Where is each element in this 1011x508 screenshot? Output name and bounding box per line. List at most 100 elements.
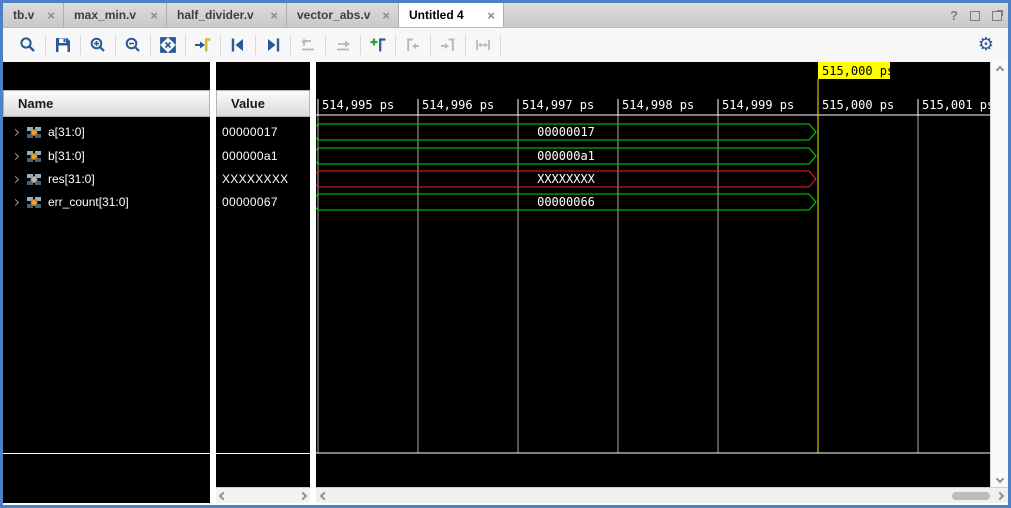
tab-label: tb.v: [13, 8, 34, 22]
panel-separator-line: [3, 453, 210, 454]
scroll-down-icon[interactable]: [995, 475, 1003, 483]
svg-text:514,998 ps: 514,998 ps: [622, 98, 694, 112]
tab-label: half_divider.v: [177, 8, 254, 22]
swap-cursors-button[interactable]: [472, 34, 494, 56]
waveform-canvas[interactable]: 514,995 ps514,996 ps514,997 ps514,998 ps…: [316, 62, 990, 503]
toolbar-separator: [430, 35, 431, 55]
zoom-in-button[interactable]: [87, 34, 109, 56]
tab-bar: tb.v × max_min.v × half_divider.v × vect…: [3, 3, 1008, 28]
undo-button[interactable]: [297, 34, 319, 56]
redo-button[interactable]: [332, 34, 354, 56]
signal-value-panel: Value 00000017 000000a1 XXXXXXXX 0000006…: [216, 62, 310, 503]
window-controls: ?: [950, 3, 1002, 28]
signal-name-label: a[31:0]: [48, 125, 85, 139]
previous-marker-icon: [404, 36, 422, 54]
tab-tb-v[interactable]: tb.v ×: [3, 3, 64, 27]
close-icon[interactable]: ×: [270, 9, 278, 22]
toolbar-separator: [395, 35, 396, 55]
value-row: 000000a1: [216, 145, 310, 167]
toolbar-separator: [115, 35, 116, 55]
scroll-right-icon[interactable]: [996, 491, 1004, 499]
expand-chevron-icon[interactable]: [12, 152, 19, 159]
toolbar-separator: [150, 35, 151, 55]
value-row: 00000067: [216, 191, 310, 213]
toolbar-separator: [255, 35, 256, 55]
save-wave-config-button[interactable]: [52, 34, 74, 56]
find-button[interactable]: [17, 34, 39, 56]
bus-signal-icon: [27, 196, 42, 209]
expand-chevron-icon[interactable]: [12, 128, 19, 135]
signal-name-label: res[31:0]: [48, 172, 95, 186]
help-icon[interactable]: ?: [950, 8, 958, 23]
next-marker-icon: [439, 36, 457, 54]
signal-value: 00000067: [216, 195, 278, 209]
previous-transition-button[interactable]: [227, 34, 249, 56]
toolbar-separator: [185, 35, 186, 55]
close-icon[interactable]: ×: [487, 9, 495, 22]
value-panel-hscrollbar[interactable]: [216, 487, 310, 503]
tab-label: vector_abs.v: [297, 8, 370, 22]
signal-row-a[interactable]: a[31:0]: [3, 121, 210, 143]
zoom-out-button[interactable]: [122, 34, 144, 56]
close-icon[interactable]: ×: [150, 9, 158, 22]
next-transition-button[interactable]: [262, 34, 284, 56]
save-icon: [54, 36, 72, 54]
swap-cursors-icon: [474, 36, 492, 54]
scroll-up-icon[interactable]: [995, 66, 1003, 74]
expand-chevron-icon[interactable]: [12, 198, 19, 205]
signal-value: XXXXXXXX: [216, 172, 288, 186]
value-column-header[interactable]: Value: [216, 90, 310, 117]
tab-untitled-4[interactable]: Untitled 4 ×: [399, 3, 504, 27]
svg-text:000000a1: 000000a1: [537, 149, 595, 163]
hscrollbar-thumb[interactable]: [952, 492, 990, 500]
bus-signal-icon: [27, 150, 42, 163]
close-icon[interactable]: ×: [382, 9, 390, 22]
scroll-right-icon[interactable]: [299, 491, 307, 499]
signal-row-err-count[interactable]: err_count[31:0]: [3, 191, 210, 213]
zoom-in-icon: [89, 36, 107, 54]
wave-hscrollbar[interactable]: [316, 487, 1008, 503]
scroll-left-icon[interactable]: [320, 491, 328, 499]
svg-text:515,001 ps: 515,001 ps: [922, 98, 990, 112]
tab-label: Untitled 4: [409, 8, 464, 22]
previous-marker-button[interactable]: [402, 34, 424, 56]
wave-vscrollbar[interactable]: [990, 62, 1008, 487]
signal-row-b[interactable]: b[31:0]: [3, 145, 210, 167]
zoom-to-cursor-button[interactable]: [192, 34, 214, 56]
expand-chevron-icon[interactable]: [12, 175, 19, 182]
previous-transition-icon: [229, 36, 247, 54]
waveform-svg: 514,995 ps514,996 ps514,997 ps514,998 ps…: [316, 62, 990, 503]
svg-text:00000017: 00000017: [537, 125, 595, 139]
waveform-window: tb.v × max_min.v × half_divider.v × vect…: [0, 0, 1011, 508]
value-row: 00000017: [216, 121, 310, 143]
next-transition-icon: [264, 36, 282, 54]
tab-vector-abs-v[interactable]: vector_abs.v ×: [287, 3, 399, 27]
search-icon: [19, 36, 37, 54]
signal-name-label: b[31:0]: [48, 149, 85, 163]
name-column-header[interactable]: Name: [3, 90, 210, 117]
svg-text:515,000 ps: 515,000 ps: [822, 64, 894, 78]
svg-text:514,995 ps: 514,995 ps: [322, 98, 394, 112]
maximize-icon[interactable]: [970, 11, 980, 21]
name-header-label: Name: [18, 96, 53, 111]
toolbar-separator: [45, 35, 46, 55]
scroll-left-icon[interactable]: [219, 491, 227, 499]
signal-row-res[interactable]: res[31:0]: [3, 168, 210, 190]
toolbar-separator: [220, 35, 221, 55]
add-marker-button[interactable]: [367, 34, 389, 56]
close-icon[interactable]: ×: [47, 9, 55, 22]
svg-text:XXXXXXXX: XXXXXXXX: [537, 172, 596, 186]
tab-label: max_min.v: [74, 8, 136, 22]
next-marker-button[interactable]: [437, 34, 459, 56]
signal-name-label: err_count[31:0]: [48, 195, 129, 209]
tab-max-min-v[interactable]: max_min.v ×: [64, 3, 167, 27]
svg-text:514,999 ps: 514,999 ps: [722, 98, 794, 112]
wave-toolbar: ⚙: [3, 28, 1008, 62]
tab-half-divider-v[interactable]: half_divider.v ×: [167, 3, 287, 27]
undo-icon: [299, 36, 317, 54]
bus-signal-icon: [27, 173, 42, 186]
signal-value: 000000a1: [216, 149, 278, 163]
settings-gear-icon[interactable]: ⚙: [978, 36, 994, 54]
zoom-fit-button[interactable]: [157, 34, 179, 56]
float-icon[interactable]: [992, 11, 1002, 21]
